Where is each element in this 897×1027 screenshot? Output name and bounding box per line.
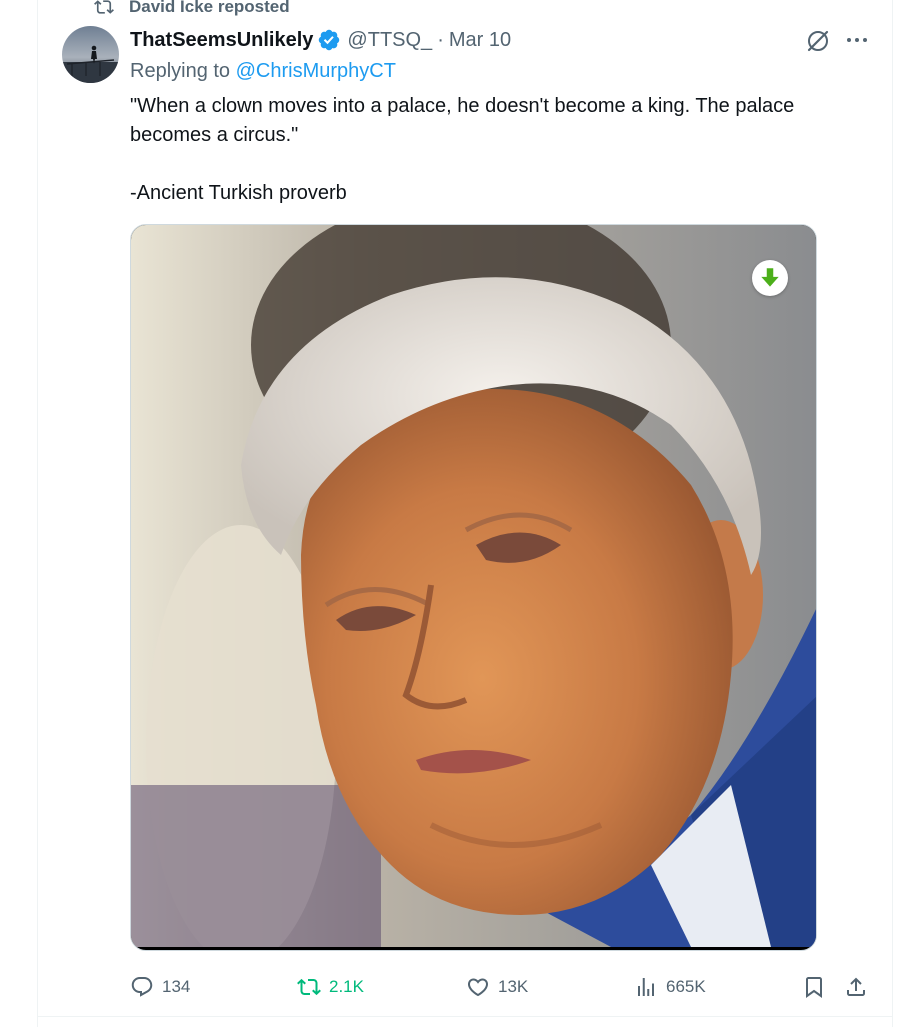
replying-to-prefix: Replying to: [130, 60, 231, 82]
replying-to-mention[interactable]: @ChrisMurphyCT: [236, 60, 396, 82]
photo-content: [131, 225, 816, 947]
like-button[interactable]: 13K: [466, 970, 528, 1004]
bookmark-icon: [806, 977, 822, 998]
bookmark-button[interactable]: [802, 970, 826, 1004]
more-options-icon[interactable]: [846, 36, 868, 44]
timeline-border-right: [892, 0, 893, 1027]
tweet-actions: 134 2.1K 13K 665K: [130, 970, 870, 1004]
reply-count: 134: [162, 977, 191, 996]
social-context[interactable]: David Icke reposted: [94, 0, 290, 18]
views-chart-icon: [638, 978, 654, 996]
like-count: 13K: [498, 977, 529, 996]
download-arrow-icon: [761, 268, 779, 287]
avatar[interactable]: [62, 26, 119, 83]
share-icon: [847, 977, 865, 996]
tweet-photo[interactable]: [130, 224, 817, 951]
separator-dot: ·: [437, 28, 444, 51]
replying-to: Replying to @ChrisMurphyCT: [130, 60, 396, 83]
timeline-border-left: [37, 0, 38, 1027]
tweet-divider: [37, 1016, 893, 1017]
share-button[interactable]: [844, 970, 868, 1004]
reply-icon: [131, 977, 153, 997]
tweet-text: "When a clown moves into a palace, he do…: [130, 92, 870, 208]
verified-badge-icon[interactable]: [317, 28, 341, 52]
views-button[interactable]: 665K: [634, 970, 706, 1004]
download-button[interactable]: [752, 260, 788, 296]
heart-icon: [467, 978, 489, 997]
retweet-button[interactable]: 2.1K: [297, 970, 364, 1004]
views-count: 665K: [666, 977, 706, 996]
reply-button[interactable]: 134: [130, 970, 190, 1004]
repost-label: David Icke reposted: [129, 0, 290, 16]
tweet-text-paragraph: "When a clown moves into a palace, he do…: [130, 95, 795, 146]
grok-icon[interactable]: [805, 28, 831, 54]
tweet-header: ThatSeemsUnlikely @TTSQ_ · Mar 10: [130, 27, 511, 53]
tweet-date[interactable]: Mar 10: [449, 29, 511, 52]
tweet-text-paragraph: -Ancient Turkish proverb: [130, 182, 347, 204]
repost-icon: [94, 0, 114, 14]
retweet-count: 2.1K: [329, 977, 364, 996]
author-handle[interactable]: @TTSQ_: [347, 29, 432, 52]
retweet-icon: [297, 978, 321, 996]
author-display-name[interactable]: ThatSeemsUnlikely: [130, 29, 313, 52]
